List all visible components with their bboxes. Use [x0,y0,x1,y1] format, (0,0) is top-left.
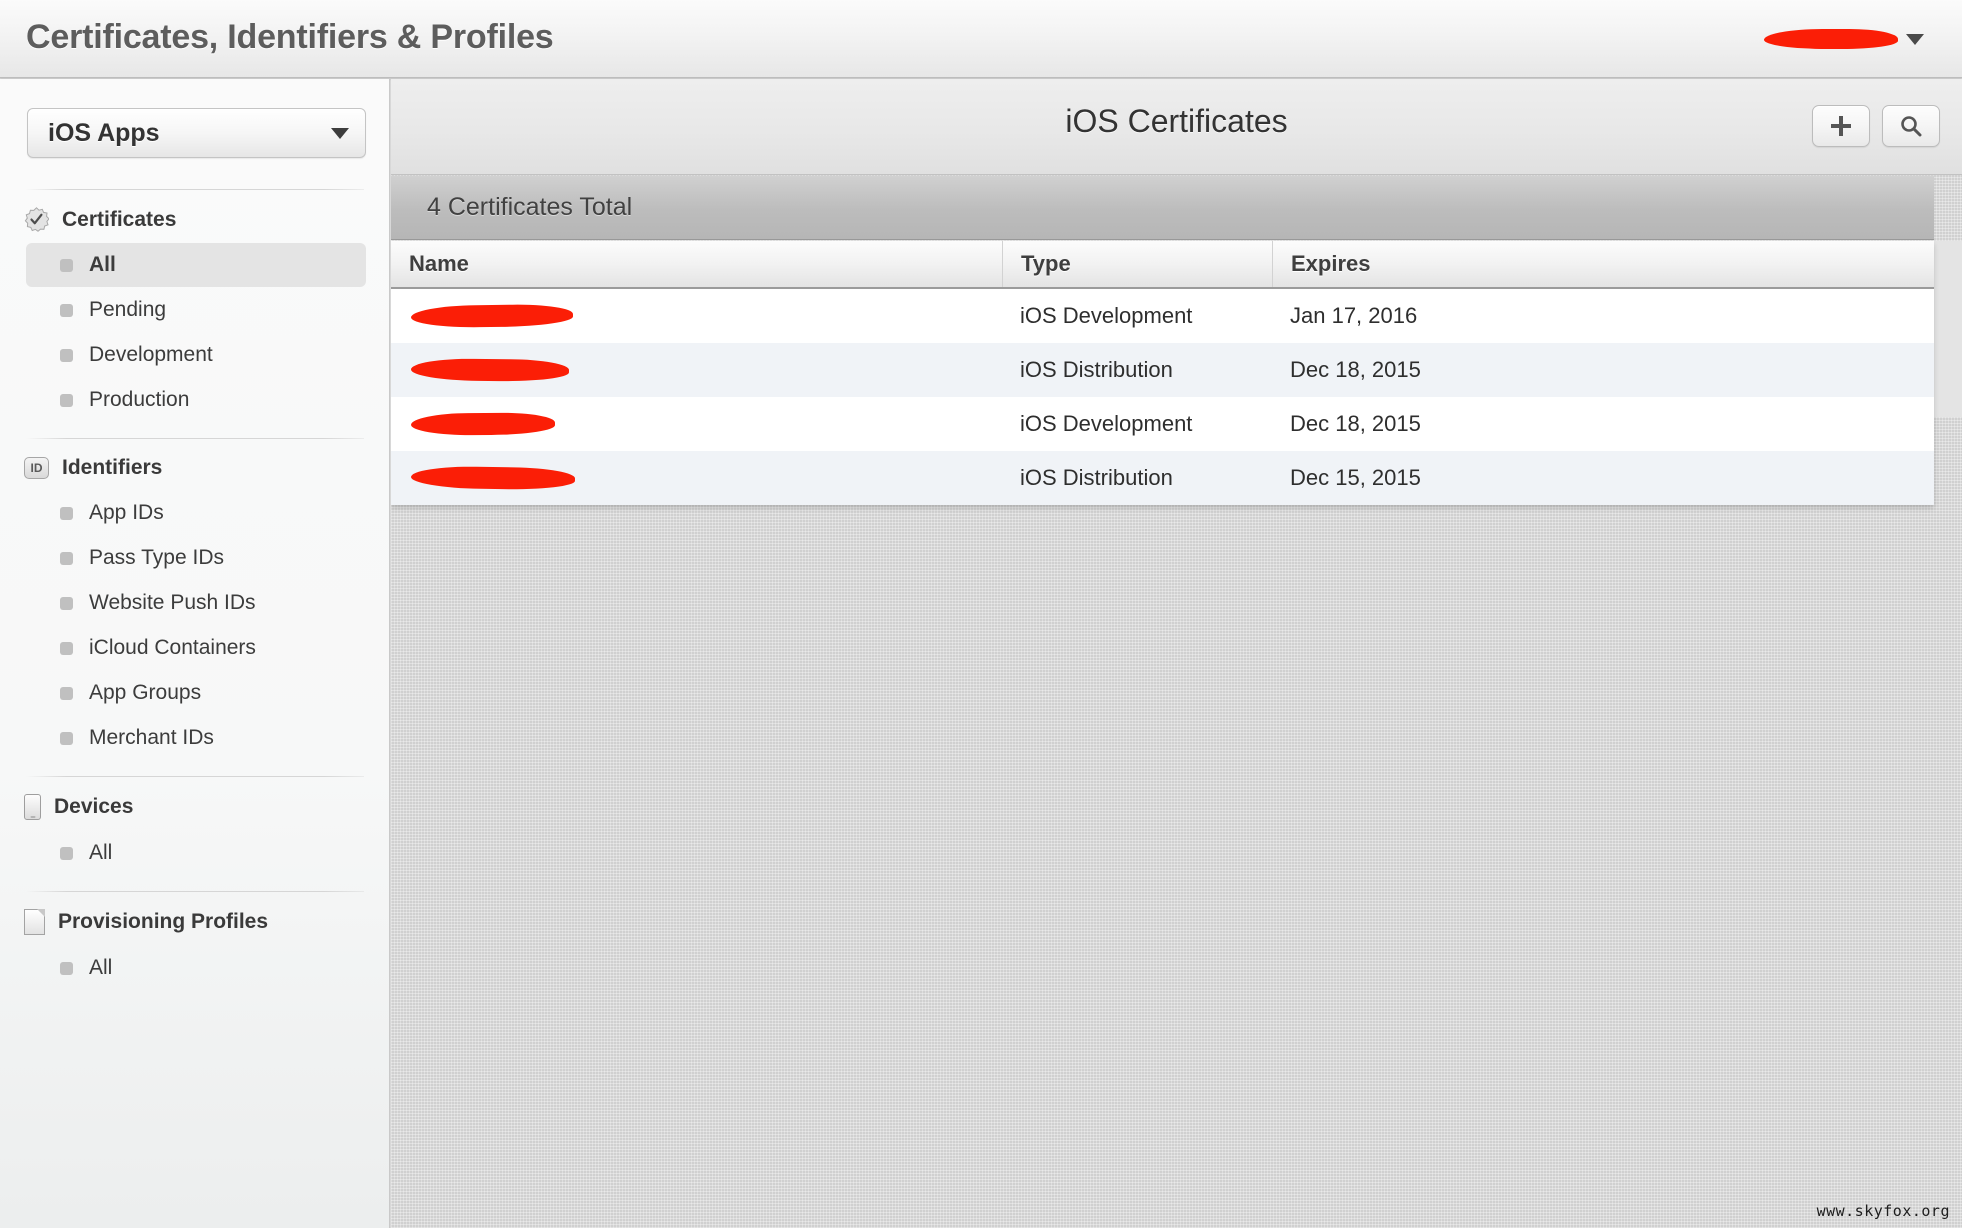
column-header-name[interactable]: Name [391,241,1002,287]
sidebar-item-merchant-ids[interactable]: Merchant IDs [26,716,366,760]
bullet-icon [60,303,73,317]
sidebar-item-app-ids[interactable]: App IDs [26,491,366,535]
certificates-count-label: 4 Certificates Total [427,193,633,221]
bullet-icon [60,551,73,565]
certificate-name-redacted [410,412,556,436]
certificate-seal-icon [24,207,49,232]
bullet-icon [60,961,73,975]
sidebar-item-certificates-pending[interactable]: Pending [26,288,366,332]
sidebar-item-certificates-all[interactable]: All [26,243,366,287]
sidebar: iOS Apps Certificates All Pending Develo… [0,79,390,1228]
certificate-name-redacted [410,303,574,329]
chevron-down-icon [331,127,349,139]
sidebar-item-label: App Groups [89,681,202,704]
cell-type: iOS Distribution [1020,465,1173,490]
bullet-icon [60,348,73,362]
sidebar-section-label: Provisioning Profiles [58,910,269,933]
table-row[interactable]: iOS Development Jan 17, 2016 [391,289,1934,343]
sidebar-item-label: Website Push IDs [89,591,256,614]
header-actions [1812,105,1940,147]
search-button[interactable] [1882,105,1940,147]
table-header-row: Name Type Expires [391,241,1934,289]
sidebar-item-label: All [89,956,113,979]
cell-name [391,289,1002,343]
cell-type: iOS Development [1020,411,1193,436]
table-row[interactable]: iOS Development Dec 18, 2015 [391,397,1934,451]
bullet-icon [60,258,73,272]
content-header: iOS Certificates [391,79,1962,175]
sidebar-item-devices-all[interactable]: All [26,831,366,875]
sidebar-item-label: Pending [89,298,167,321]
sidebar-item-label: Development [89,343,213,366]
table-row[interactable]: iOS Distribution Dec 15, 2015 [391,451,1934,505]
certificates-count-bar: 4 Certificates Total [391,176,1934,240]
device-icon [24,794,41,820]
add-certificate-button[interactable] [1812,105,1870,147]
id-badge-icon: ID [24,457,49,479]
sidebar-section-label: Devices [54,795,134,818]
sidebar-item-pass-type-ids[interactable]: Pass Type IDs [26,536,366,580]
top-bar: Certificates, Identifiers & Profiles [0,0,1962,78]
column-header-type[interactable]: Type [1002,241,1272,287]
chevron-down-icon [1906,33,1924,45]
sidebar-section-certificates: Certificates [0,190,389,242]
sidebar-section-label: Identifiers [62,456,163,479]
sidebar-nav: Certificates All Pending Development Pro… [0,189,389,991]
sidebar-item-profiles-all[interactable]: All [26,946,366,990]
cell-expires: Dec 18, 2015 [1290,357,1421,382]
cell-expires: Jan 17, 2016 [1290,303,1418,328]
watermark: www.skyfox.org [1816,1202,1950,1220]
cell-expires: Dec 15, 2015 [1290,465,1421,490]
plus-icon [1831,116,1851,136]
cell-name [391,451,1002,505]
cell-name [391,343,1002,397]
sidebar-item-label: Merchant IDs [89,726,214,749]
cell-type: iOS Distribution [1020,357,1173,382]
app-selector-label: iOS Apps [48,118,160,147]
search-icon [1901,116,1922,137]
document-icon [24,909,45,935]
sidebar-item-label: All [89,253,116,276]
certificates-table: Name Type Expires iOS Development Jan 17… [391,241,1934,505]
app-selector-dropdown[interactable]: iOS Apps [27,108,366,158]
cell-expires: Dec 18, 2015 [1290,411,1421,436]
account-name-redacted [1764,29,1898,49]
sidebar-item-label: Pass Type IDs [89,546,225,569]
account-menu[interactable] [1764,18,1924,60]
bullet-icon [60,686,73,700]
table-right-gutter [1934,241,1962,417]
cell-name [391,397,1002,451]
bullet-icon [60,506,73,520]
content-title: iOS Certificates [1065,103,1288,139]
bullet-icon [60,846,73,860]
certificate-name-redacted [410,465,576,491]
sidebar-section-label: Certificates [62,207,177,231]
bullet-icon [60,641,73,655]
certificate-name-redacted [410,358,570,382]
bullet-icon [60,596,73,610]
sidebar-item-label: All [89,841,113,864]
sidebar-item-app-groups[interactable]: App Groups [26,671,366,715]
table-row[interactable]: iOS Distribution Dec 18, 2015 [391,343,1934,397]
sidebar-section-devices: Devices [0,777,389,830]
sidebar-item-label: App IDs [89,501,164,524]
sidebar-item-label: iCloud Containers [89,636,256,659]
sidebar-item-certificates-development[interactable]: Development [26,333,366,377]
column-header-expires[interactable]: Expires [1272,241,1934,287]
sidebar-item-website-push-ids[interactable]: Website Push IDs [26,581,366,625]
sidebar-item-label: Production [89,388,190,411]
sidebar-section-identifiers: ID Identifiers [0,439,389,490]
main-content: iOS Certificates 4 Certificates Total Na… [391,79,1962,1228]
cell-type: iOS Development [1020,303,1193,328]
sidebar-item-icloud-containers[interactable]: iCloud Containers [26,626,366,670]
bullet-icon [60,731,73,745]
sidebar-item-certificates-production[interactable]: Production [26,378,366,422]
page-title: Certificates, Identifiers & Profiles [26,18,554,56]
bullet-icon [60,393,73,407]
sidebar-section-provisioning-profiles: Provisioning Profiles [0,892,389,945]
